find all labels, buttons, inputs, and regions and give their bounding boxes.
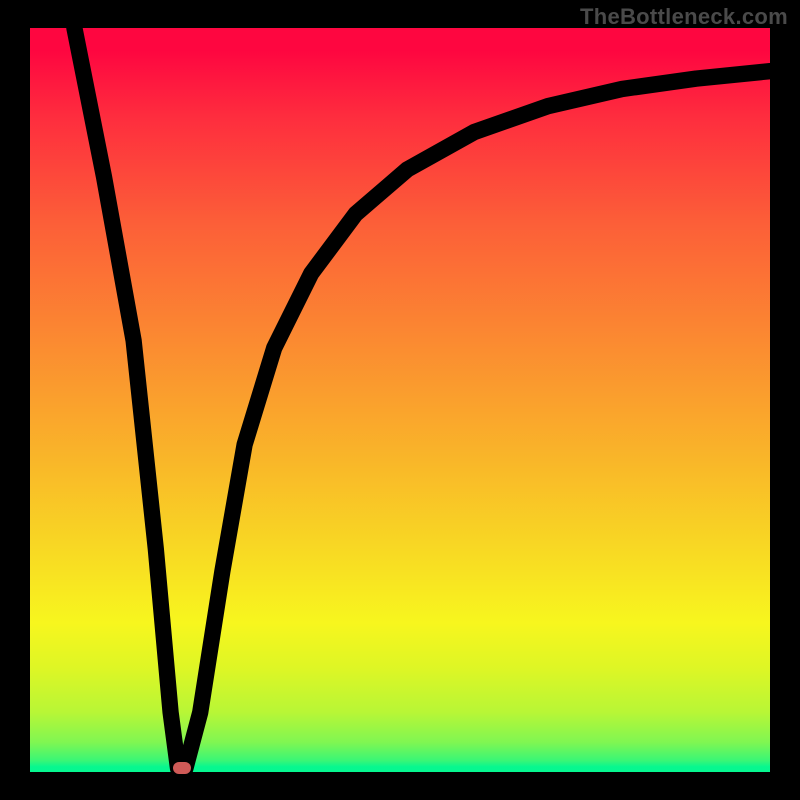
chart-frame: TheBottleneck.com — [0, 0, 800, 800]
plot-area — [30, 28, 770, 772]
optimum-marker — [173, 762, 191, 774]
watermark-text: TheBottleneck.com — [580, 4, 788, 30]
bottleneck-curve — [30, 28, 770, 772]
